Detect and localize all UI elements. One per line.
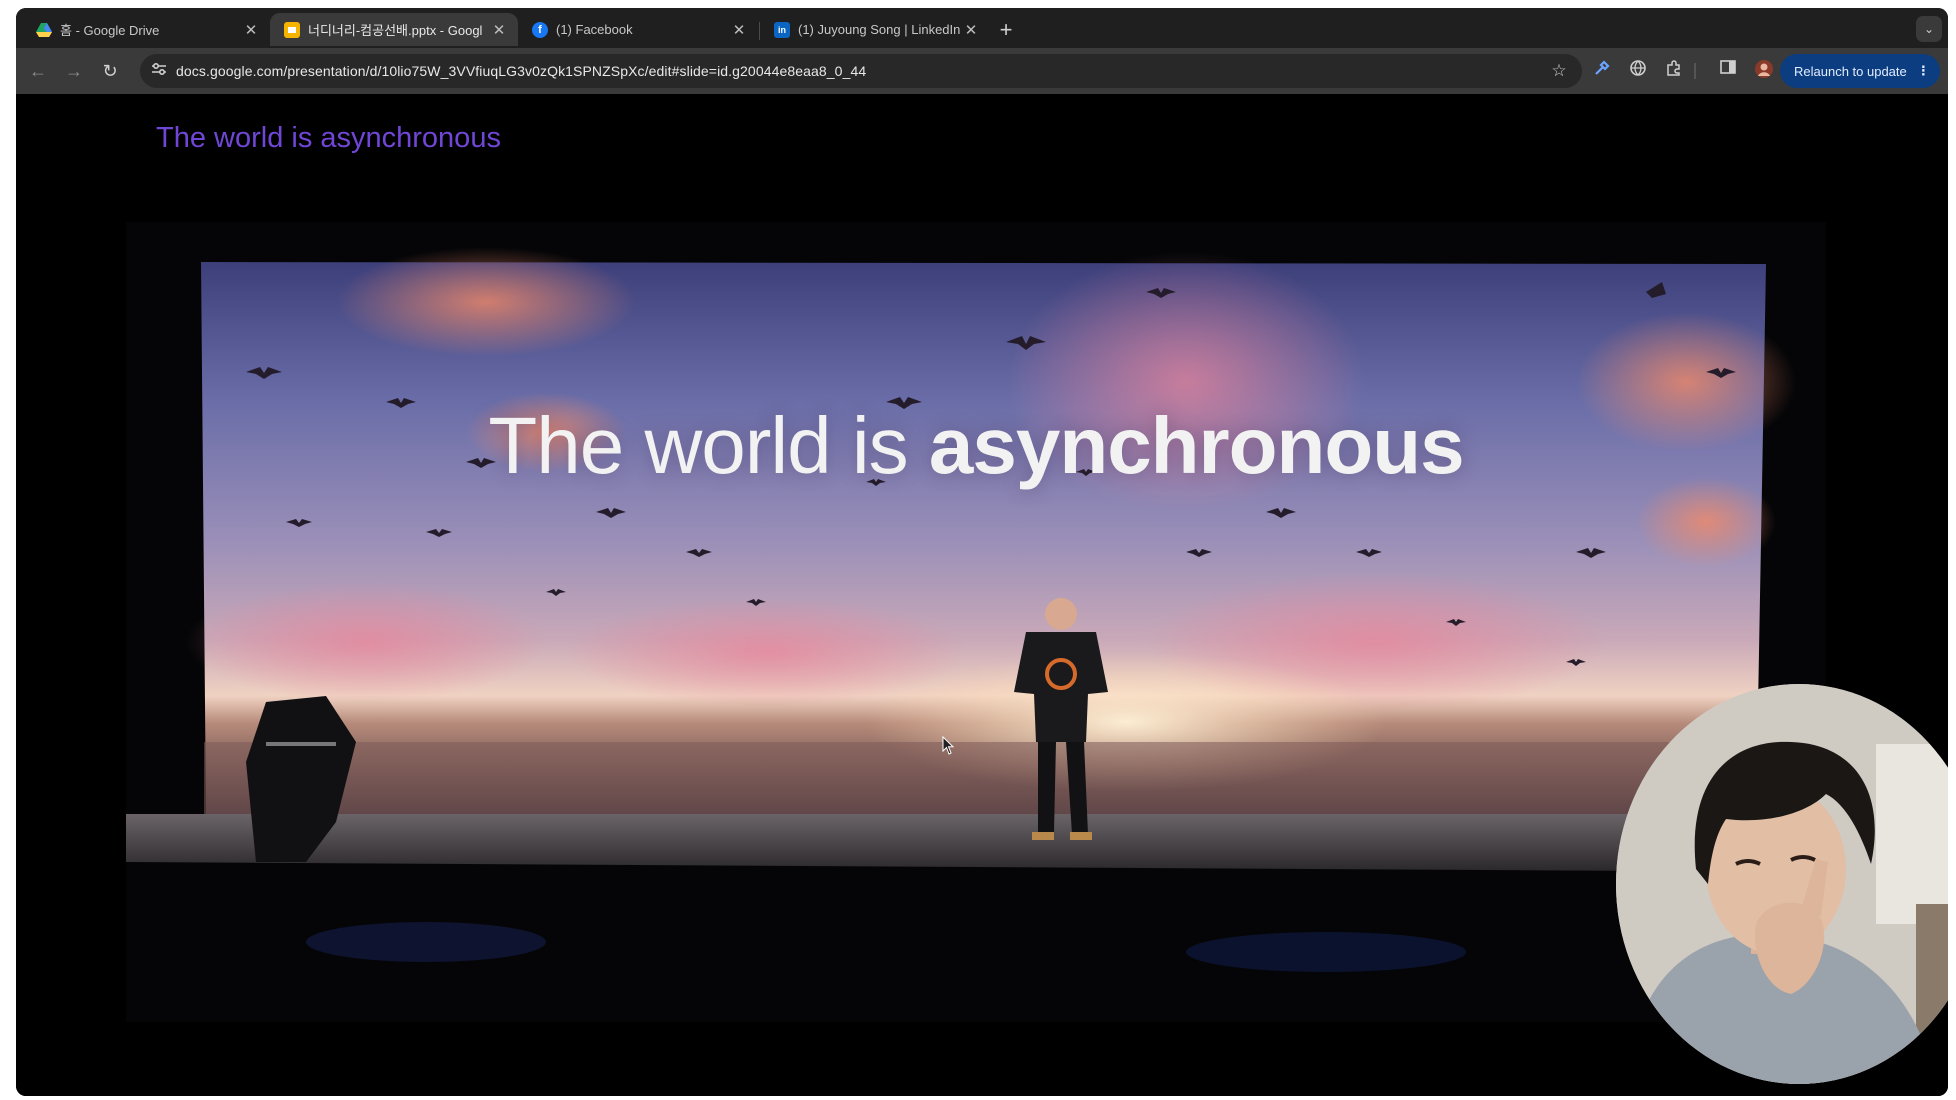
close-tab-icon[interactable]: ✕ xyxy=(490,21,508,39)
close-tab-icon[interactable]: ✕ xyxy=(962,21,980,39)
extension-globe-icon[interactable] xyxy=(1626,59,1650,83)
new-tab-button[interactable]: + xyxy=(992,16,1020,44)
extension-tool-icon[interactable] xyxy=(1590,59,1614,83)
tab-title: (1) Facebook xyxy=(556,22,633,37)
video-caption-light: The world is xyxy=(488,401,929,490)
relaunch-to-update-button[interactable]: Relaunch to update ⋮ xyxy=(1780,54,1940,88)
tab-title: 너디너리-컴공선배.pptx - Googl xyxy=(308,23,483,38)
tab-title: 홈 - Google Drive xyxy=(60,23,160,38)
more-vert-icon[interactable]: ⋮ xyxy=(1917,63,1930,79)
close-tab-icon[interactable]: ✕ xyxy=(730,21,748,39)
tab-google-slides[interactable]: 너디너리-컴공선배.pptx - Googl ✕ xyxy=(270,13,518,46)
facebook-icon: f xyxy=(532,21,548,38)
forward-arrow-icon[interactable]: → xyxy=(60,57,88,85)
video-caption-bold: asynchronous xyxy=(928,401,1465,490)
close-tab-icon[interactable]: ✕ xyxy=(242,21,260,39)
back-arrow-icon[interactable]: ← xyxy=(24,57,52,85)
tab-strip: 홈 - Google Drive ✕ 너디너리-컴공선배.pptx - Goog… xyxy=(16,8,1948,48)
video-caption: The world is asynchronous xyxy=(126,400,1826,492)
address-bar[interactable]: docs.google.com/presentation/d/10lio75W_… xyxy=(140,54,1582,88)
bookmark-star-icon[interactable]: ☆ xyxy=(1548,60,1570,82)
presentation-content: The world is asynchronous The world is a… xyxy=(16,94,1948,1096)
tab-title: (1) Juyoung Song | LinkedIn xyxy=(798,22,961,37)
site-settings-icon[interactable] xyxy=(150,62,168,80)
slide-title: The world is asynchronous xyxy=(156,122,501,154)
url-text: docs.google.com/presentation/d/10lio75W_… xyxy=(176,63,867,79)
extensions-puzzle-icon[interactable] xyxy=(1662,59,1686,83)
tab-search-chevron-icon[interactable]: ⌄ xyxy=(1916,16,1942,42)
toolbar-divider xyxy=(1694,63,1696,79)
google-drive-icon xyxy=(36,22,52,38)
tab-google-drive[interactable]: 홈 - Google Drive ✕ xyxy=(22,13,270,46)
reload-icon[interactable]: ↻ xyxy=(96,57,124,85)
google-slides-icon xyxy=(284,21,300,38)
tab-facebook[interactable]: f (1) Facebook ✕ xyxy=(518,13,758,46)
stage-photo xyxy=(126,222,1826,1022)
profile-avatar-icon[interactable] xyxy=(1752,59,1776,83)
tab-linkedin[interactable]: in (1) Juyoung Song | LinkedIn ✕ xyxy=(760,13,990,46)
side-panel-icon[interactable] xyxy=(1716,59,1740,83)
mouse-cursor-icon xyxy=(942,736,955,755)
browser-window: 홈 - Google Drive ✕ 너디너리-컴공선배.pptx - Goog… xyxy=(16,8,1948,1096)
relaunch-label: Relaunch to update xyxy=(1794,63,1907,79)
embedded-video[interactable]: The world is asynchronous xyxy=(126,222,1826,1022)
toolbar: ← → ↻ docs.google.com/presentation/d/10l… xyxy=(16,48,1948,94)
linkedin-icon: in xyxy=(774,21,790,38)
